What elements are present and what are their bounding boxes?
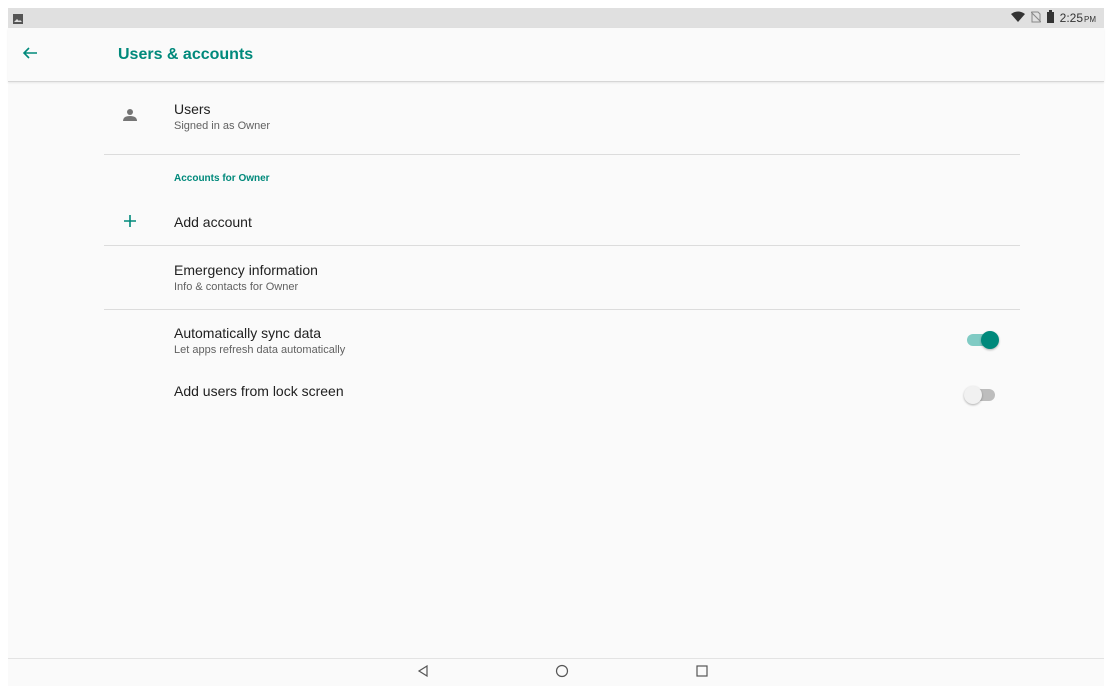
auto-sync-row[interactable]: Automatically sync data Let apps refresh… <box>104 310 1020 370</box>
toggle-thumb <box>964 386 982 404</box>
divider <box>104 154 1020 155</box>
add-users-lock-toggle[interactable] <box>964 385 1000 405</box>
battery-icon <box>1046 10 1054 26</box>
wifi-icon <box>1010 11 1025 26</box>
settings-screen: 2:25PM Users & accounts Users Signed in … <box>8 8 1104 686</box>
arrow-back-icon <box>22 45 38 66</box>
page-title: Users & accounts <box>118 46 254 63</box>
app-bar: Users & accounts <box>8 28 1104 82</box>
back-button[interactable] <box>18 43 42 67</box>
add-users-lock-row[interactable]: Add users from lock screen <box>104 370 1020 418</box>
auto-sync-title: Automatically sync data <box>174 325 322 341</box>
person-icon <box>118 103 142 127</box>
no-sim-icon <box>1030 11 1041 26</box>
accounts-section-header: Accounts for Owner <box>174 173 270 184</box>
add-account-title: Add account <box>174 214 252 230</box>
auto-sync-toggle[interactable] <box>964 330 1000 350</box>
emergency-title: Emergency information <box>174 262 318 278</box>
emergency-info-row[interactable]: Emergency information Info & contacts fo… <box>104 246 1020 309</box>
nav-home-button[interactable] <box>553 664 571 682</box>
nav-recents-button[interactable] <box>693 664 711 682</box>
toggle-thumb <box>981 331 999 349</box>
emergency-subtitle: Info & contacts for Owner <box>174 281 299 293</box>
recents-square-icon <box>696 664 708 682</box>
users-row[interactable]: Users Signed in as Owner <box>104 83 1020 147</box>
navigation-bar <box>8 658 1104 686</box>
users-subtitle: Signed in as Owner <box>174 120 270 132</box>
back-triangle-icon <box>417 664 429 682</box>
status-time: 2:25PM <box>1059 11 1096 25</box>
nav-back-button[interactable] <box>414 664 432 682</box>
status-bar: 2:25PM <box>8 8 1104 28</box>
home-circle-icon <box>555 664 569 683</box>
add-account-row[interactable]: Add account <box>104 197 1020 245</box>
add-users-lock-title: Add users from lock screen <box>174 383 344 399</box>
auto-sync-subtitle: Let apps refresh data automatically <box>174 344 346 356</box>
image-icon <box>12 12 24 24</box>
status-icons: 2:25PM <box>1010 8 1096 28</box>
plus-icon <box>118 209 142 233</box>
users-title: Users <box>174 101 211 117</box>
